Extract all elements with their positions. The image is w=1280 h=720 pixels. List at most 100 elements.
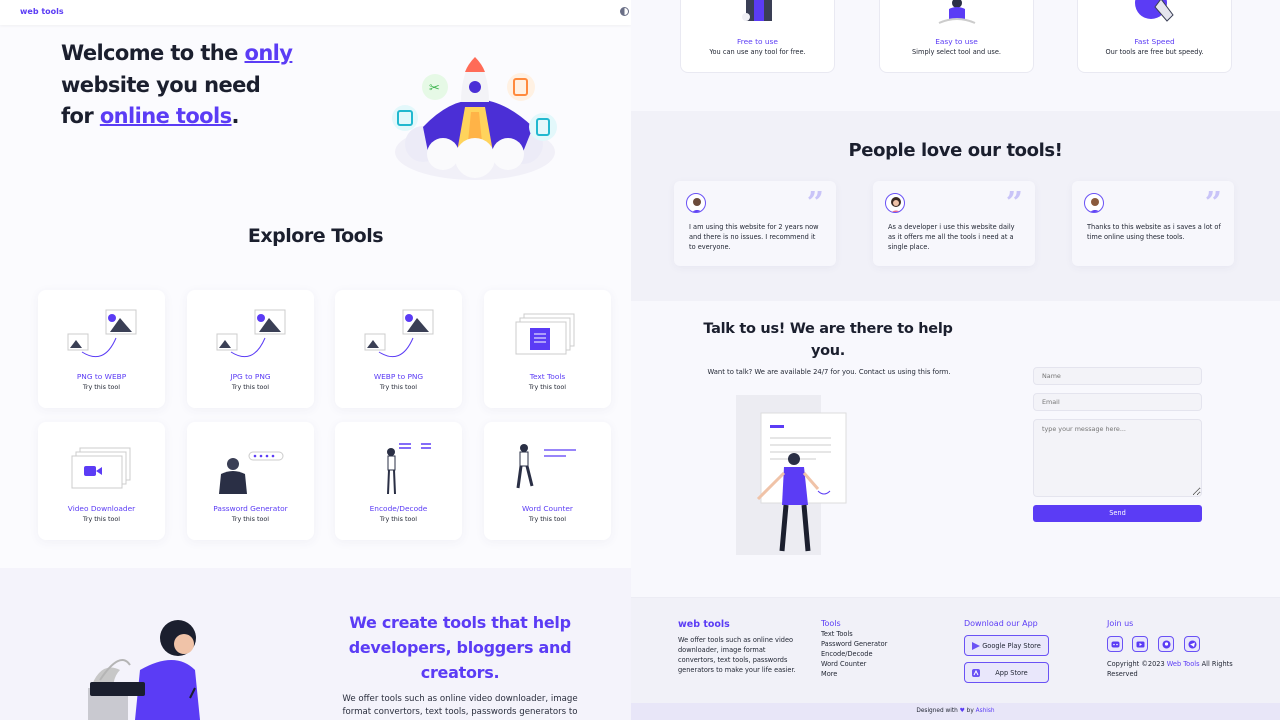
contact-subtitle: Want to talk? We are available 24/7 for … [707, 368, 951, 376]
testimonial-card: ” I am using this website for 2 years no… [674, 181, 836, 266]
tool-card-text-tools[interactable]: Text Tools Try this tool [484, 290, 611, 408]
try-tool-label: Try this tool [231, 515, 270, 523]
try-tool-label: Try this tool [82, 383, 121, 391]
google-play-button[interactable]: Google Play Store [964, 635, 1049, 656]
footer-link-text-tools[interactable]: Text Tools [821, 630, 853, 638]
footer-join-title: Join us [1107, 619, 1134, 628]
hero-line3: for [61, 104, 100, 128]
quote-icon: ” [1204, 186, 1222, 221]
image-convert-icon [364, 309, 434, 358]
hero-highlight-online-tools: online tools [99, 104, 232, 128]
tool-name: WEBP to PNG [373, 372, 424, 381]
tool-name: PNG to WEBP [76, 372, 127, 381]
footer-link-password-generator[interactable]: Password Generator [821, 640, 887, 648]
try-tool-label: Try this tool [528, 383, 567, 391]
tool-name: JPG to PNG [230, 372, 271, 381]
person-at-laptop-illustration [88, 620, 200, 720]
app-store-button[interactable]: App Store [964, 662, 1049, 683]
tool-card-encode-decode[interactable]: Encode/Decode Try this tool [335, 422, 462, 540]
password-icon [219, 451, 284, 494]
encode-decode-icon [387, 443, 431, 494]
email-input[interactable] [1033, 393, 1202, 411]
rocket-illustration: ✂ [392, 57, 557, 180]
hero-line2: website you need [61, 72, 261, 97]
discord-link[interactable] [1107, 636, 1123, 652]
testimonial-text: Thanks to this website as i saves a lot … [1087, 223, 1221, 241]
feature-text: Our tools are free but speedy. [1105, 48, 1204, 56]
testimonials-title: People love our tools! [848, 140, 1063, 161]
try-tool-label: Try this tool [379, 515, 418, 523]
image-convert-icon [216, 309, 286, 358]
tool-card-jpg-to-png[interactable]: JPG to PNG Try this tool [187, 290, 314, 408]
contact-illustration [736, 395, 847, 555]
footer-app-title: Download our App [964, 619, 1038, 628]
gift-box-icon [742, 0, 772, 21]
testimonial-text: I am using this website for 2 years now … [689, 223, 819, 251]
feature-title: Easy to use [935, 37, 978, 46]
testimonial-card: ” As a developer i use this website dail… [873, 181, 1035, 266]
designed-by-text: by [964, 708, 976, 714]
try-tool-label: Try this tool [231, 383, 270, 391]
message-textarea[interactable] [1033, 419, 1202, 497]
tool-card-password-generator[interactable]: Password Generator Try this tool [187, 422, 314, 540]
testimonial-card: ” Thanks to this website as i saves a lo… [1072, 181, 1234, 266]
rocket-speed-icon [1135, 0, 1174, 22]
youtube-icon [1136, 641, 1145, 648]
send-button[interactable]: Send [1033, 505, 1202, 522]
svg-text:✂: ✂ [429, 81, 440, 96]
footer-tools-title: Tools [821, 619, 841, 628]
hero-highlight-only: only [244, 41, 293, 65]
tool-card-word-counter[interactable]: Word Counter Try this tool [484, 422, 611, 540]
theme-toggle-icon[interactable] [620, 7, 629, 16]
tool-name: Encode/Decode [369, 504, 428, 513]
youtube-link[interactable] [1132, 636, 1148, 652]
about-title: We create tools that help developers, bl… [348, 613, 572, 682]
text-document-icon [515, 313, 575, 355]
copyright-link[interactable]: Web Tools [1167, 660, 1200, 668]
footer-brand[interactable]: web tools [678, 619, 730, 630]
video-camera-icon [71, 447, 131, 489]
footer-link-word-counter[interactable]: Word Counter [821, 660, 866, 668]
author-link[interactable]: Ashish [976, 708, 995, 714]
home-page-left: web tools Welcome to the only website yo… [0, 0, 631, 720]
avatar [1084, 193, 1104, 213]
feature-title: Fast Speed [1134, 37, 1175, 46]
footer-link-more[interactable]: More [821, 670, 837, 678]
telegram-link[interactable] [1184, 636, 1200, 652]
home-page-right: Free to use You can use any tool for fre… [631, 0, 1280, 720]
google-play-label: Google Play Store [982, 642, 1041, 650]
app-store-label: App Store [995, 669, 1028, 677]
testimonial-text: As a developer i use this website daily … [888, 223, 1015, 251]
tool-name: Video Downloader [67, 504, 136, 513]
telegram-icon [1188, 640, 1197, 649]
try-tool-label: Try this tool [82, 515, 121, 523]
tool-name: Password Generator [213, 504, 288, 513]
github-link[interactable] [1158, 636, 1174, 652]
hero-line1: Welcome to the [61, 41, 245, 65]
feature-fast-speed: Fast Speed Our tools are free but speedy… [1077, 0, 1232, 73]
tool-card-webp-to-png[interactable]: WEBP to PNG Try this tool [335, 290, 462, 408]
name-input[interactable] [1033, 367, 1202, 385]
try-tool-label: Try this tool [528, 515, 567, 523]
footer-description: We offer tools such as online video down… [678, 636, 796, 674]
about-text: We offer tools such as online video down… [342, 694, 578, 717]
word-counter-icon [516, 444, 576, 489]
feature-easy-to-use: Easy to use Simply select tool and use. [879, 0, 1034, 73]
try-tool-label: Try this tool [379, 383, 418, 391]
tool-card-png-to-webp[interactable]: PNG to WEBP Try this tool [38, 290, 165, 408]
quote-icon: ” [1005, 186, 1023, 221]
image-convert-icon [67, 309, 137, 358]
top-nav: web tools [0, 0, 631, 25]
avatar [686, 193, 706, 213]
feature-text: You can use any tool for free. [709, 48, 806, 56]
tool-name: Word Counter [522, 504, 573, 513]
meditation-icon [938, 0, 976, 24]
footer-link-encode-decode[interactable]: Encode/Decode [821, 650, 873, 658]
brand-logo[interactable]: web tools [20, 7, 64, 16]
quote-icon: ” [806, 186, 824, 221]
explore-tools-title: Explore Tools [247, 225, 384, 247]
discord-icon [1111, 641, 1120, 648]
designed-by-bar: Designed with ♥ by Ashish [631, 703, 1280, 720]
tool-card-video-downloader[interactable]: Video Downloader Try this tool [38, 422, 165, 540]
hero-line3-suffix: . [231, 104, 240, 128]
